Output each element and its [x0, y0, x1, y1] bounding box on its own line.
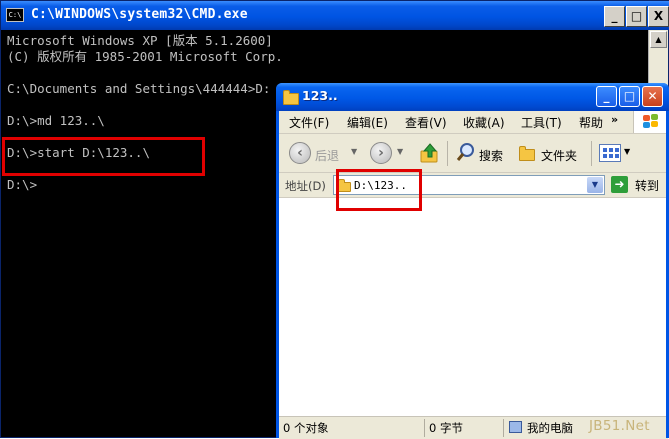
- console-line: D:\>md 123..\: [7, 113, 105, 128]
- status-size: 0 字节: [429, 421, 463, 435]
- cmd-app-icon[interactable]: C:\: [6, 8, 24, 22]
- console-line: C:\Documents and Settings\444444>D:: [7, 81, 271, 96]
- menu-overflow-chevron-icon[interactable]: »: [611, 113, 618, 126]
- highlight-box-address: [336, 169, 422, 211]
- menu-view[interactable]: 查看(V): [405, 114, 447, 131]
- explorer-window-title: 123..: [302, 88, 338, 103]
- toolbar-separator: [591, 141, 592, 166]
- folder-up-icon[interactable]: [419, 142, 441, 164]
- explorer-window: 123.. _ □ ✕ 文件(F) 编辑(E) 查看(V) 收藏(A) 工具(T…: [276, 83, 669, 439]
- menu-bar: 文件(F) 编辑(E) 查看(V) 收藏(A) 工具(T) 帮助 »: [279, 111, 666, 134]
- explorer-minimize-button[interactable]: _: [596, 86, 617, 107]
- watermark: JB51.Net: [589, 418, 650, 434]
- scroll-up-arrow-icon[interactable]: ▲: [650, 31, 667, 48]
- go-arrow-icon[interactable]: ➜: [611, 176, 628, 193]
- forward-arrow-icon[interactable]: ›: [370, 142, 392, 164]
- toolbar-separator: [447, 141, 448, 166]
- go-button-label[interactable]: 转到: [635, 177, 659, 194]
- menu-file[interactable]: 文件(F): [289, 114, 329, 131]
- menu-tools[interactable]: 工具(T): [521, 114, 562, 131]
- console-line: (C) 版权所有 1985-2001 Microsoft Corp.: [7, 49, 283, 64]
- my-computer-icon: [509, 421, 522, 433]
- address-dropdown-icon[interactable]: ▼: [587, 177, 603, 193]
- cmd-window-title: C:\WINDOWS\system32\CMD.exe: [31, 7, 248, 22]
- cmd-minimize-button[interactable]: _: [604, 6, 625, 27]
- status-location: 我的电脑: [527, 421, 573, 435]
- status-divider: [503, 419, 504, 437]
- back-arrow-icon[interactable]: ‹: [289, 142, 311, 164]
- folders-button-label[interactable]: 文件夹: [541, 147, 577, 164]
- console-line: D:\>: [7, 177, 38, 192]
- forward-dropdown-icon[interactable]: ▼: [397, 147, 403, 156]
- cmd-title-bar[interactable]: C:\ C:\WINDOWS\system32\CMD.exe _ □ X: [1, 1, 669, 30]
- folder-contents-pane[interactable]: [279, 198, 666, 416]
- menu-help[interactable]: 帮助: [579, 114, 603, 131]
- views-dropdown-icon[interactable]: ▼: [624, 147, 630, 156]
- explorer-close-button[interactable]: ✕: [642, 86, 663, 107]
- cmd-close-button[interactable]: X: [648, 6, 669, 27]
- folders-icon[interactable]: [519, 146, 535, 161]
- explorer-client-area: 文件(F) 编辑(E) 查看(V) 收藏(A) 工具(T) 帮助 » ‹ 后退 …: [279, 111, 666, 439]
- menu-favorites[interactable]: 收藏(A): [463, 114, 505, 131]
- back-button-label[interactable]: 后退: [315, 147, 339, 164]
- status-object-count: 0 个对象: [283, 421, 329, 435]
- standard-toolbar: ‹ 后退 ▼ › ▼ 搜索 文件夹 ▼: [279, 134, 666, 173]
- windows-logo-icon: [633, 111, 666, 133]
- folder-icon: [283, 90, 299, 105]
- console-line: Microsoft Windows XP [版本 5.1.2600]: [7, 33, 273, 48]
- status-bar: 0 个对象 0 字节 我的电脑 JB51.Net: [279, 416, 666, 439]
- highlight-box-command: [2, 137, 205, 176]
- explorer-maximize-button[interactable]: □: [619, 86, 640, 107]
- explorer-title-bar[interactable]: 123.. _ □ ✕: [276, 83, 669, 111]
- search-icon[interactable]: [456, 142, 476, 162]
- back-dropdown-icon[interactable]: ▼: [351, 147, 357, 156]
- search-button-label[interactable]: 搜索: [479, 147, 503, 164]
- views-icon[interactable]: [599, 144, 621, 162]
- menu-edit[interactable]: 编辑(E): [347, 114, 388, 131]
- address-label: 地址(D): [285, 179, 326, 193]
- cmd-maximize-button[interactable]: □: [626, 6, 647, 27]
- status-divider: [424, 419, 425, 437]
